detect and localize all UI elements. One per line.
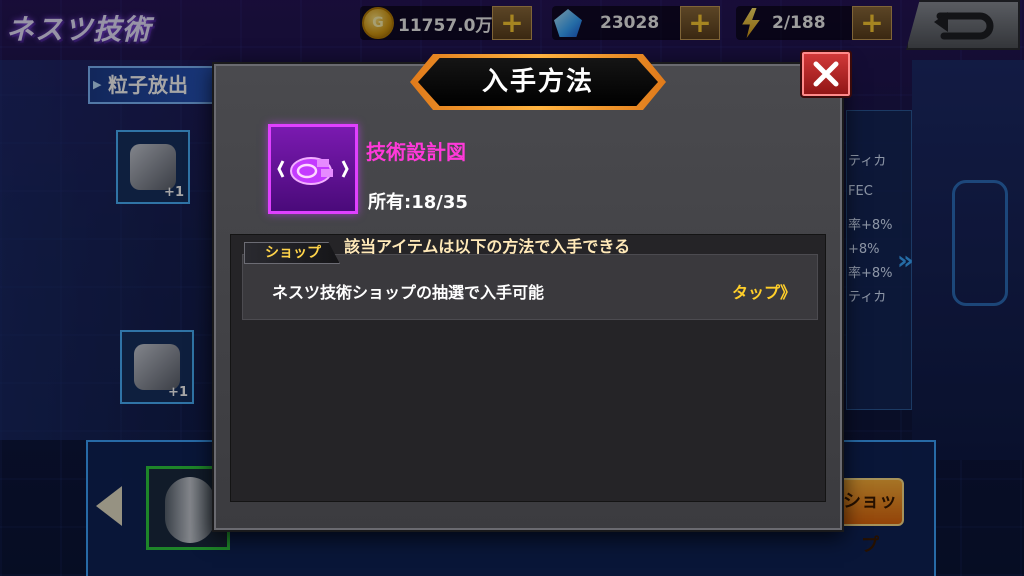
blueprint-icon	[277, 157, 349, 185]
dialog-title: 入手方法	[481, 67, 594, 97]
owned-label: 所有:	[368, 192, 412, 213]
source-tag: ショップ	[244, 242, 340, 264]
owned-count: 所有:18/35	[368, 188, 468, 214]
close-icon	[813, 61, 839, 87]
blueprint-item-icon	[268, 124, 358, 214]
source-description: ネスツ技術ショップの抽選で入手可能	[272, 283, 545, 302]
tap-link[interactable]: タップ》	[732, 279, 796, 303]
close-button[interactable]	[800, 50, 852, 98]
item-name: 技術設計図	[366, 140, 466, 164]
owned-value: 18/35	[411, 192, 468, 213]
notice-text: 該当アイテムは以下の方法で入手できる	[344, 237, 631, 256]
